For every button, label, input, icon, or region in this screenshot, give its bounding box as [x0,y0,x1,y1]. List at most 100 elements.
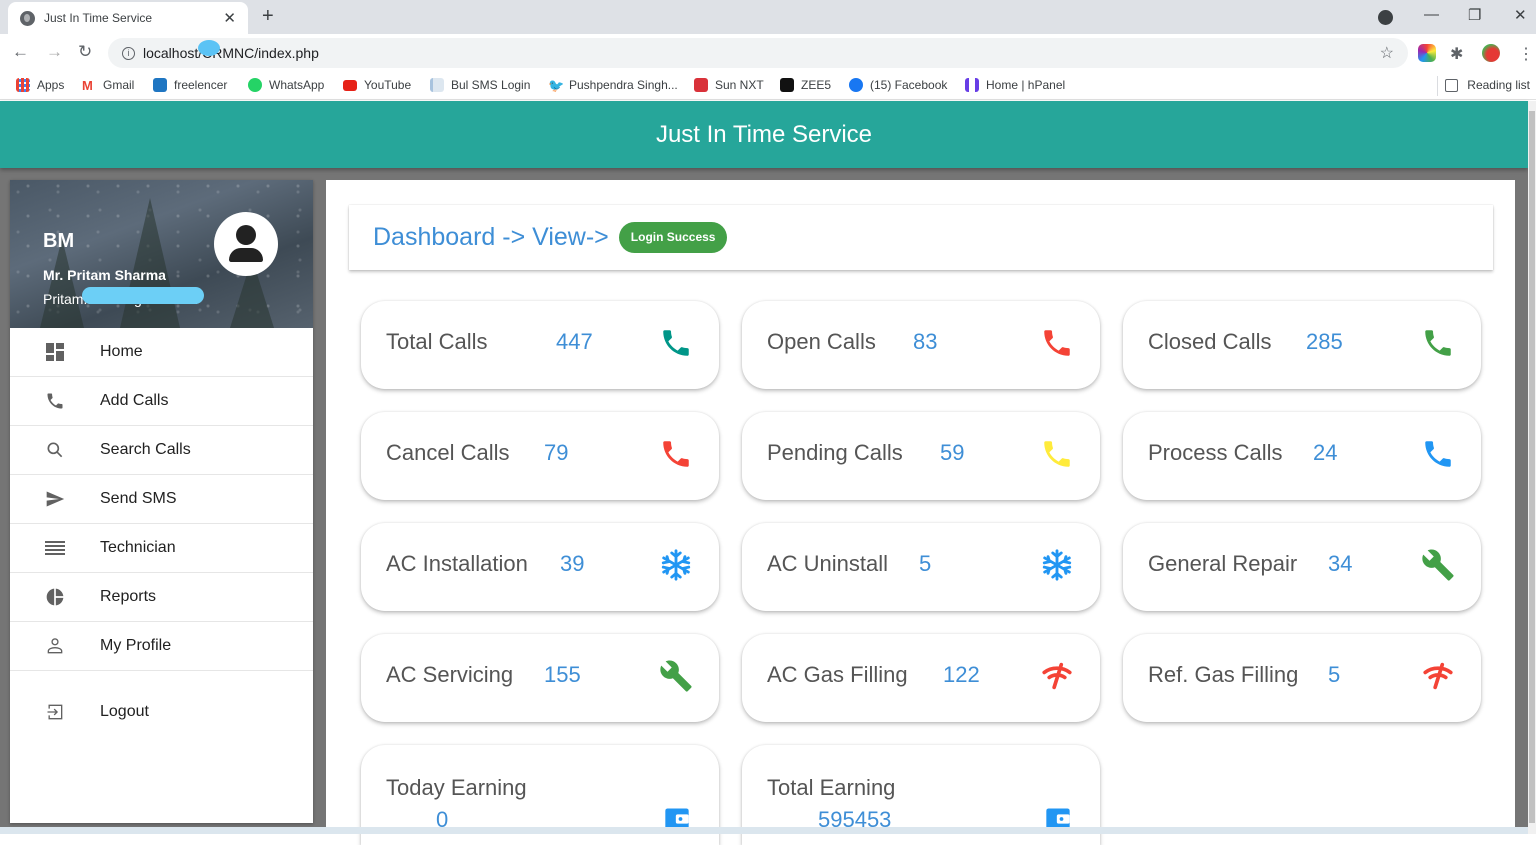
stat-label: Pending Calls [767,440,903,465]
zee5-icon [780,78,794,92]
stat-card-ac-uninstall[interactable]: AC Uninstall 5 [742,523,1100,611]
main-content: Dashboard -> View-> Login Success Total … [326,180,1515,845]
app-header: Just In Time Service [0,101,1528,168]
forward-button[interactable]: → [46,42,63,62]
bookmark-sunnxt[interactable]: Sun NXT [694,78,764,92]
phone-icon [1040,437,1074,471]
bookmark-gmail[interactable]: M Gmail [82,78,134,93]
address-bar[interactable]: i localhost/CRMNC/index.php ☆ [108,38,1408,68]
tab-title: Just In Time Service [44,11,153,25]
user-initials: BM [43,230,75,252]
sidebar-item-logout[interactable]: Logout [10,687,313,736]
stat-value: 34 [1328,551,1353,576]
sidebar-item-search-calls[interactable]: Search Calls [10,426,313,475]
app-title: Just In Time Service [655,120,873,148]
stat-card-total-calls[interactable]: Total Calls 447 [361,301,719,389]
reading-list-icon [1445,78,1459,92]
stat-card-general-repair[interactable]: General Repair 34 [1123,523,1481,611]
stat-card-ac-servicing[interactable]: AC Servicing 155 [361,634,719,722]
wrench-icon [659,659,693,693]
bookmark-freelencer[interactable]: freelencer [153,78,227,92]
bookmark-hpanel[interactable]: Home | hPanel [965,78,1065,92]
list-icon [45,538,65,558]
reload-button[interactable]: ↻ [78,42,92,62]
maximize-button[interactable]: ❐ [1468,6,1481,24]
sidebar-item-add-calls[interactable]: Add Calls [10,377,313,426]
stat-card-open-calls[interactable]: Open Calls 83 [742,301,1100,389]
stat-label: Open Calls [767,329,876,354]
sidebar-item-reports[interactable]: Reports [10,573,313,622]
stat-label: AC Gas Filling [767,662,908,687]
browser-menu-icon[interactable]: ⋮ [1518,44,1536,63]
stat-card-closed-calls[interactable]: Closed Calls 285 [1123,301,1481,389]
bookmark-facebook[interactable]: (15) Facebook [849,78,947,92]
back-button[interactable]: ← [12,42,29,62]
stat-value: 5 [919,551,932,576]
browser-tab[interactable]: Just In Time Service ✕ [8,2,248,34]
bookmark-twitter[interactable]: 🐦 Pushpendra Singh... [548,78,678,93]
stat-card-ac-installation[interactable]: AC Installation 39 [361,523,719,611]
document-icon [430,78,444,92]
bookmark-zee5[interactable]: ZEE5 [780,78,831,92]
stat-value: 155 [544,662,581,687]
stat-card-ref-gas-filling[interactable]: Ref. Gas Filling 5 [1123,634,1481,722]
minimize-button[interactable]: — [1424,6,1439,23]
sidebar-menu: Home Add Calls Search Calls Send SMS Tec… [10,328,313,736]
profile-icon[interactable] [1378,10,1393,25]
sidebar-item-my-profile[interactable]: My Profile [10,622,313,671]
url-text[interactable]: localhost/CRMNC/index.php [143,45,319,61]
stat-card-process-calls[interactable]: Process Calls 24 [1123,412,1481,500]
stat-label: Ref. Gas Filling [1148,662,1299,687]
stat-card-pending-calls[interactable]: Pending Calls 59 [742,412,1100,500]
bookmark-apps[interactable]: Apps [16,78,64,92]
sidebar-item-label: Reports [100,588,157,605]
stat-value: 5 [1328,662,1341,687]
scrollbar-thumb[interactable] [1529,111,1535,823]
extension-fruit-icon[interactable] [1482,44,1500,62]
divider [1437,76,1438,96]
stat-value: 122 [943,662,980,687]
close-tab-button[interactable]: ✕ [223,9,236,27]
sidebar-item-technician[interactable]: Technician [10,524,313,573]
close-window-button[interactable]: ✕ [1514,6,1527,24]
bookmark-youtube[interactable]: YouTube [343,78,411,92]
stat-value: 79 [544,440,569,465]
stat-label: Total Calls [386,329,488,354]
redaction-mark [198,40,220,56]
phone-icon [659,326,693,360]
snowflake-icon [659,548,693,582]
reading-list-button[interactable]: Reading list [1445,78,1530,92]
logout-icon [45,702,65,722]
bookmark-whatsapp[interactable]: WhatsApp [248,78,324,92]
phone-icon [1421,326,1455,360]
extensions-puzzle-icon[interactable]: ✱ [1450,44,1468,63]
person-body [229,248,263,262]
info-icon[interactable]: i [122,46,135,60]
sidebar-item-label: Home [100,343,143,360]
sidebar-item-label: Send SMS [100,490,177,507]
stat-card-cancel-calls[interactable]: Cancel Calls 79 [361,412,719,500]
bookmark-star-icon[interactable]: ☆ [1380,43,1394,63]
extension-color-icon[interactable] [1418,44,1436,62]
taskbar-edge [0,827,1528,834]
sidebar-item-send-sms[interactable]: Send SMS [10,475,313,524]
redaction-mark [82,287,204,304]
user-view: BM Mr. Pritam Sharma Pritam.............… [10,180,313,328]
bookmark-label: ZEE5 [801,78,832,92]
page-scrollbar[interactable] [1528,101,1536,834]
sidebar-item-home[interactable]: Home [10,328,313,377]
breadcrumb-text[interactable]: Dashboard -> View-> [373,223,609,252]
sunnxt-icon [694,78,708,92]
stat-card-ac-gas-filling[interactable]: AC Gas Filling 122 [742,634,1100,722]
facebook-icon [849,78,863,92]
bookmark-bulsms[interactable]: Bul SMS Login [430,78,530,92]
youtube-icon [343,79,357,91]
stat-value: 447 [556,329,593,354]
breadcrumb: Dashboard -> View-> Login Success [349,205,1493,270]
stat-label: AC Uninstall [767,551,889,576]
bookmark-label: Home | hPanel [986,78,1066,92]
sidebar-item-label: Search Calls [100,441,191,458]
reading-list-label: Reading list [1467,78,1530,92]
avatar[interactable] [214,212,278,276]
new-tab-button[interactable]: + [262,5,274,28]
